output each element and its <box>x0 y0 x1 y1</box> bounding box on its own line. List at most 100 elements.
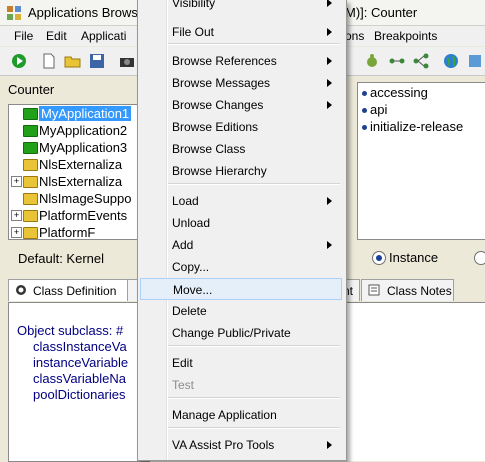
menu-item-browse-editions[interactable]: Browse Editions <box>140 116 342 138</box>
submenu-arrow-icon <box>327 441 332 449</box>
menu-item-browse-references[interactable]: Browse References <box>140 50 342 72</box>
app-window-icon <box>7 6 21 20</box>
expand-toggle-icon[interactable]: + <box>11 176 22 187</box>
protocol-bullet-icon <box>362 108 367 114</box>
menu-item-browse-hierarchy[interactable]: Browse Hierarchy <box>140 160 342 182</box>
code-line: poolDictionaries <box>33 387 126 402</box>
menu-item-change-public-private[interactable]: Change Public/Private <box>140 322 342 344</box>
tree-item-label: NlsExternaliza <box>39 174 123 189</box>
debug-bug-icon[interactable] <box>363 52 381 70</box>
tab-class-notes[interactable]: Class Notes <box>361 279 454 301</box>
application-folder-icon <box>23 193 38 205</box>
new-document-icon[interactable] <box>40 52 58 70</box>
default-kernel-bar: Default: Kernel <box>0 244 140 272</box>
code-line: Object subclass: # <box>17 323 124 338</box>
menu-item-load[interactable]: Load <box>140 190 342 212</box>
menu-item-edit[interactable]: Edit <box>140 352 342 374</box>
expand-toggle-icon[interactable]: + <box>11 227 22 238</box>
tree-item[interactable]: MyApplication3 <box>9 139 139 156</box>
application-folder-icon <box>23 108 38 120</box>
menu-item-label: Browse Messages <box>172 76 271 90</box>
submenu-arrow-icon <box>327 197 332 205</box>
expand-toggle-icon[interactable]: + <box>11 210 22 221</box>
menu-separator <box>168 183 340 185</box>
menu-item-label: Add <box>172 238 194 252</box>
tree-item-label: MyApplication3 <box>39 140 128 155</box>
protocol-label: api <box>370 102 388 117</box>
submenu-arrow-icon <box>327 101 332 109</box>
globe-icon[interactable] <box>442 52 460 70</box>
menu-item-va-assist-pro-tools[interactable]: VA Assist Pro Tools <box>140 434 342 456</box>
menu-item-label: File Out <box>172 25 215 39</box>
protocol-item[interactable]: accessing <box>362 85 428 100</box>
menu-item-add[interactable]: Add <box>140 234 342 256</box>
menu-item-label: Visibility <box>172 0 216 10</box>
window-title: Applications Browse <box>28 5 146 20</box>
menu-item-label: Browse Hierarchy <box>172 164 267 178</box>
protocol-item[interactable]: api <box>362 102 387 117</box>
class-notes-pane <box>340 302 485 461</box>
tree-item[interactable]: + PlatformEvents <box>9 207 139 224</box>
menu-item-label: Browse Class <box>172 142 246 156</box>
menu-edit[interactable]: Edit <box>46 29 67 43</box>
menu-file[interactable]: File <box>14 29 33 43</box>
menu-item-label: Browse Changes <box>172 98 264 112</box>
menu-applications[interactable]: Applicati <box>81 29 126 43</box>
menu-options[interactable]: ons <box>345 29 364 43</box>
application-folder-icon <box>23 142 38 154</box>
tree-item[interactable]: MyApplication2 <box>9 122 139 139</box>
protocol-item[interactable]: initialize-release <box>362 119 463 134</box>
menu-item-visibility[interactable]: Visibility <box>140 0 342 14</box>
application-folder-icon <box>23 176 38 188</box>
submenu-arrow-icon <box>327 0 332 7</box>
menu-item-delete[interactable]: Delete <box>140 300 342 322</box>
protocols-list: accessing api initialize-release <box>357 82 485 240</box>
menu-item-browse-messages[interactable]: Browse Messages <box>140 72 342 94</box>
context-menu: Visibility File Out Browse References Brows… <box>137 0 347 461</box>
menu-item-label: Browse Editions <box>172 120 259 134</box>
menu-item-browse-class[interactable]: Browse Class <box>140 138 342 160</box>
application-folder-icon <box>23 227 38 239</box>
submenu-arrow-icon <box>327 57 332 65</box>
applications-tree: MyApplication1 MyApplication2 MyApplicatio… <box>8 104 140 240</box>
code-line: instanceVariable <box>33 355 129 370</box>
tree-item-label: PlatformF <box>39 225 96 240</box>
menu-item-move[interactable]: Move... <box>140 278 342 300</box>
menu-item-label: Move... <box>173 283 213 297</box>
protocol-label: accessing <box>370 85 428 100</box>
hierarchy-icon[interactable] <box>388 52 406 70</box>
tab-class-definition[interactable]: Class Definition <box>8 279 128 301</box>
protocol-bullet-icon <box>362 125 367 131</box>
menu-item-label: Unload <box>172 216 211 230</box>
save-icon[interactable] <box>88 52 106 70</box>
application-folder-icon <box>23 210 38 222</box>
run-icon[interactable] <box>10 52 28 70</box>
menu-item-copy[interactable]: Copy... <box>140 256 342 278</box>
settings-icon[interactable] <box>466 52 484 70</box>
class-definition-editor[interactable]: Object subclass: # classInstanceVa instanc… <box>8 302 150 462</box>
menu-item-label: Edit <box>172 356 193 370</box>
application-folder-icon <box>23 159 38 171</box>
camera-icon[interactable] <box>118 52 136 70</box>
tree-item[interactable]: MyApplication1 <box>9 105 139 122</box>
tree-item-label: NlsExternaliza <box>39 157 123 172</box>
tree-item[interactable]: + PlatformF <box>9 224 139 240</box>
application-folder-icon <box>23 125 38 137</box>
menu-item-unload[interactable]: Unload <box>140 212 342 234</box>
menu-breakpoints[interactable]: Breakpoints <box>374 29 437 43</box>
menu-item-manage-application[interactable]: Manage Application <box>140 404 342 426</box>
menu-item-label: Load <box>172 194 199 208</box>
notes-icon <box>368 284 380 296</box>
tree-item[interactable]: + NlsExternaliza <box>9 173 139 190</box>
instance-class-toggle: Instance <box>345 244 485 272</box>
instance-radio[interactable] <box>372 251 386 265</box>
tree-item[interactable]: NlsExternaliza <box>9 156 139 173</box>
open-folder-icon[interactable] <box>64 52 82 70</box>
class-radio[interactable] <box>474 251 485 265</box>
menu-item-file-out[interactable]: File Out <box>140 21 342 43</box>
menu-separator <box>168 43 340 45</box>
tree-graph-icon[interactable] <box>412 52 430 70</box>
tree-item[interactable]: NlsImageSuppo <box>9 190 139 207</box>
window-title-suffix: M)]: Counter <box>345 5 418 20</box>
menu-item-browse-changes[interactable]: Browse Changes <box>140 94 342 116</box>
